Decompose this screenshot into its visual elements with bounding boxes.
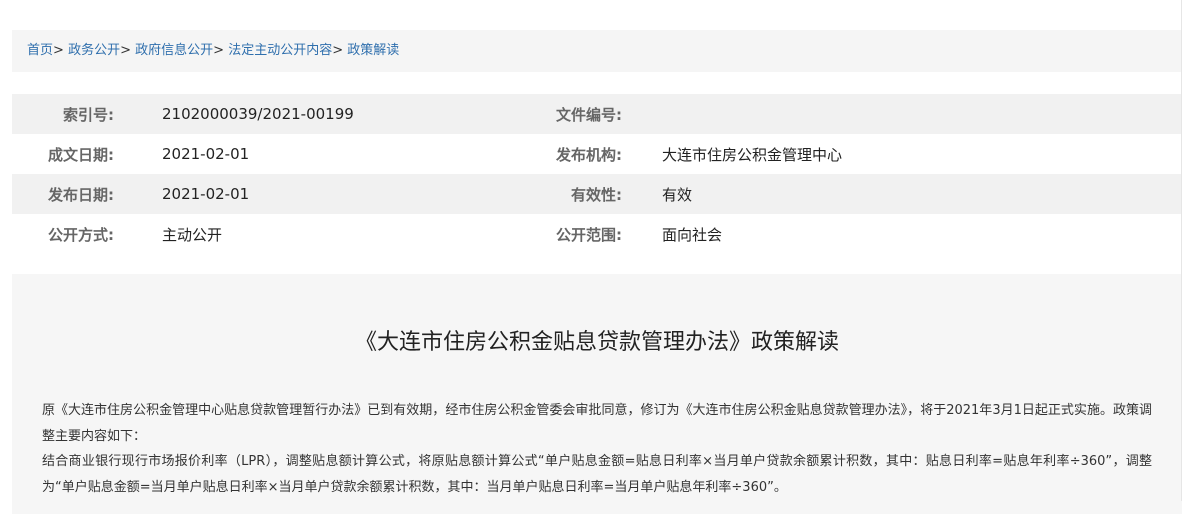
article-paragraph: 原《大连市住房公积金管理中心贴息贷款管理暂行办法》已到有效期，经市住房公积金管委…	[42, 403, 1152, 444]
breadcrumb-separator: >	[213, 43, 225, 58]
disclosure-method-value: 主动公开	[162, 225, 223, 244]
breadcrumb-separator: >	[53, 43, 64, 58]
breadcrumb-gov-affairs-link[interactable]: 政务公开	[68, 43, 120, 58]
page-scrollbar[interactable]	[1181, 0, 1198, 501]
breadcrumb-statutory-content-link[interactable]: 法定主动公开内容	[228, 43, 332, 58]
index-number-value: 2102000039/2021-00199	[162, 105, 354, 123]
metadata-row: 发布日期: 2021-02-01 有效性: 有效	[12, 174, 1182, 214]
metadata-row: 公开方式: 主动公开 公开范围: 面向社会	[12, 214, 1182, 254]
breadcrumb-gov-info-link[interactable]: 政府信息公开	[135, 43, 213, 58]
article-title: 《大连市住房公积金贴息贷款管理办法》政策解读	[354, 330, 839, 355]
publish-date-value: 2021-02-01	[162, 185, 250, 203]
disclosure-scope-value: 面向社会	[662, 225, 723, 244]
article-body: 原《大连市住房公积金管理中心贴息贷款管理暂行办法》已到有效期，经市住房公积金管委…	[42, 398, 1152, 500]
document-number-label: 文件编号:	[556, 105, 622, 124]
metadata-row: 索引号: 2102000039/2021-00199 文件编号:	[12, 94, 1182, 134]
article-paragraph: 结合商业银行现行市场报价利率（LPR），调整贴息额计算公式，将原贴息额计算公式“…	[42, 454, 1153, 495]
breadcrumb-policy-interpretation-link[interactable]: 政策解读	[347, 43, 399, 58]
written-date-label: 成文日期:	[48, 145, 114, 164]
publish-date-label: 发布日期:	[48, 185, 114, 204]
validity-label: 有效性:	[571, 185, 622, 204]
written-date-value: 2021-02-01	[162, 145, 250, 163]
disclosure-method-label: 公开方式:	[48, 225, 114, 244]
article-container: 《大连市住房公积金贴息贷款管理办法》政策解读 原《大连市住房公积金管理中心贴息贷…	[12, 274, 1182, 514]
validity-value: 有效	[662, 185, 693, 204]
breadcrumb-home-link[interactable]: 首页	[27, 43, 53, 58]
issuing-agency-value: 大连市住房公积金管理中心	[662, 145, 843, 164]
document-metadata-table: 索引号: 2102000039/2021-00199 文件编号: 成文日期: 2…	[12, 94, 1182, 254]
document-number-value	[662, 94, 1182, 134]
breadcrumb-separator: >	[332, 43, 344, 58]
index-number-label: 索引号:	[63, 105, 114, 124]
breadcrumb-separator: >	[120, 43, 131, 58]
issuing-agency-label: 发布机构:	[556, 145, 622, 164]
metadata-row: 成文日期: 2021-02-01 发布机构: 大连市住房公积金管理中心	[12, 134, 1182, 174]
disclosure-scope-label: 公开范围:	[556, 225, 622, 244]
breadcrumb: 首页> 政务公开> 政府信息公开> 法定主动公开内容> 政策解读	[12, 30, 1182, 72]
